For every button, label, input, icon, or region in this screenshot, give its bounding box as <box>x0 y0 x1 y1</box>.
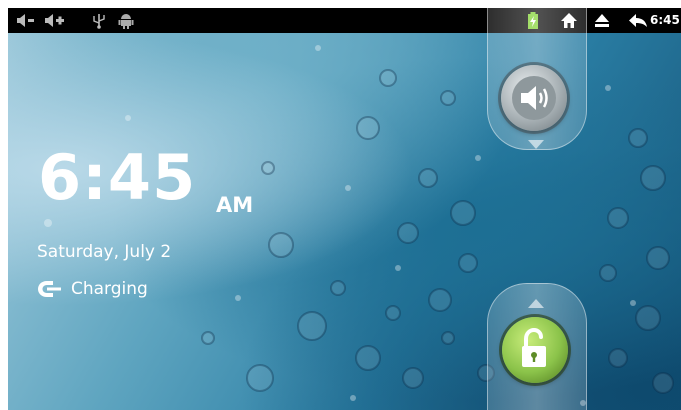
charging-label: Charging <box>71 279 148 299</box>
volume-up-icon <box>45 14 64 27</box>
speaker-icon <box>512 76 556 120</box>
sound-slide-arrow-icon <box>528 140 544 149</box>
lock-date: Saturday, July 2 <box>37 242 172 262</box>
status-bar-clock: 6:45 <box>650 13 680 27</box>
unlock-button[interactable] <box>502 317 568 383</box>
am-pm-label: AM <box>216 193 254 217</box>
volume-down-icon <box>17 14 34 27</box>
lock-screen: 6:45 6:45 AM Saturday, July 2 Charging <box>8 8 681 410</box>
charging-plug-icon <box>38 281 61 297</box>
lock-time: 6:45 <box>38 141 197 214</box>
unlock-slide-arrow-icon <box>528 299 544 308</box>
usb-icon <box>93 14 105 29</box>
back-icon[interactable] <box>628 12 648 29</box>
eject-icon[interactable] <box>594 12 610 29</box>
sound-toggle-button[interactable] <box>501 65 567 131</box>
android-debug-icon <box>118 14 134 29</box>
unlock-icon <box>522 327 546 367</box>
